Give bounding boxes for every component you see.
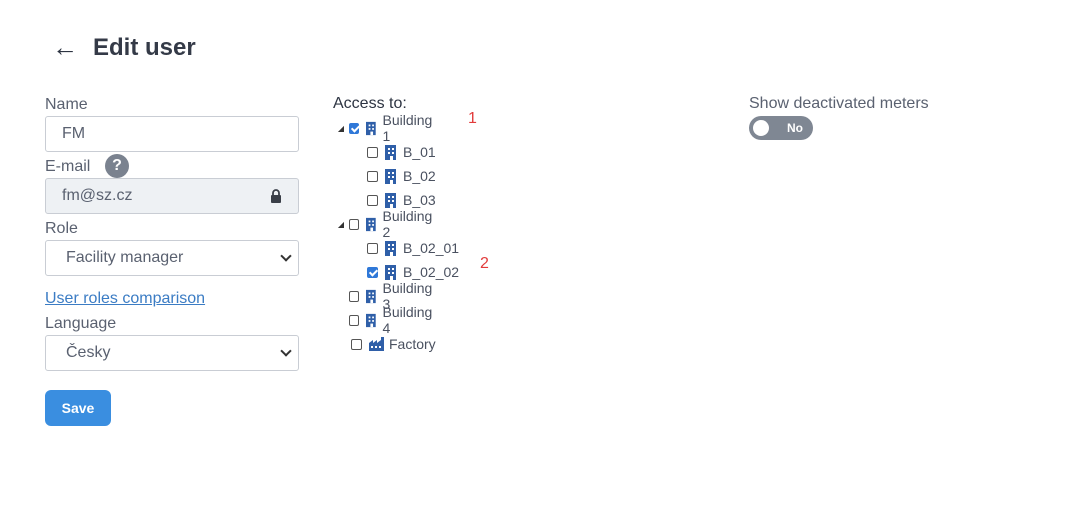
building-icon [365, 217, 376, 231]
page-title: Edit user [93, 34, 196, 61]
checkbox[interactable] [351, 338, 362, 350]
tree-node-b-01[interactable]: B_01 [351, 142, 436, 162]
tree-node-b-03[interactable]: B_03 [351, 190, 436, 210]
checkbox[interactable] [367, 170, 378, 182]
tree-node-factory[interactable]: Factory [333, 334, 436, 354]
show-deactivated-toggle[interactable]: No [749, 116, 813, 140]
annotation-marker: 1 [468, 110, 477, 127]
building-icon [385, 144, 396, 160]
tree-node-b-02-01[interactable]: B_02_01 [351, 238, 459, 258]
building-icon [365, 121, 376, 135]
name-field[interactable]: FM [45, 116, 299, 152]
email-value: fm@sz.cz [62, 187, 133, 204]
checkbox[interactable] [348, 122, 359, 134]
building-icon [365, 289, 376, 303]
user-roles-comparison-link[interactable]: User roles comparison [45, 290, 205, 308]
tree-node-label: B_01 [403, 144, 436, 160]
role-value: Facility manager [66, 249, 184, 266]
role-select[interactable]: Facility manager [45, 240, 299, 276]
chevron-down-icon [280, 250, 292, 262]
name-value: FM [62, 125, 86, 142]
role-label: Role [45, 220, 78, 237]
tree-node-label: B_02_01 [403, 240, 460, 256]
tree-node-b-02[interactable]: B_02 [351, 166, 436, 186]
email-label: E-mail [45, 158, 91, 175]
email-field: fm@sz.cz [45, 178, 299, 214]
checkbox[interactable] [367, 242, 378, 254]
tree-node-b-02-02[interactable]: B_02_02 [351, 262, 459, 282]
language-select[interactable]: Česky [45, 335, 299, 371]
tree-node-building-3[interactable]: Building 3 [333, 280, 437, 312]
annotation-marker: 2 [480, 255, 489, 272]
building-icon [385, 192, 396, 208]
tree-node-building-4[interactable]: Building 4 [333, 304, 437, 336]
tree-node-label: B_02_02 [403, 264, 460, 280]
checkbox[interactable] [348, 218, 359, 230]
tree-node-building-1[interactable]: ◢ Building 1 [333, 112, 437, 144]
tree-node-building-2[interactable]: ◢ Building 2 [333, 208, 437, 240]
language-value: Česky [66, 344, 111, 361]
name-label: Name [45, 96, 88, 113]
tree-node-label: Building 2 [382, 208, 433, 240]
tree-node-label: B_02 [403, 168, 436, 184]
tree-node-label: Building 4 [382, 304, 433, 336]
building-icon [385, 264, 396, 280]
building-icon [385, 168, 396, 184]
tree-node-label: Factory [389, 336, 436, 352]
expand-toggle-icon[interactable]: ◢ [333, 124, 349, 133]
checkbox[interactable] [367, 194, 378, 206]
checkbox[interactable] [348, 314, 359, 326]
help-icon[interactable]: ? [105, 154, 129, 178]
checkbox[interactable] [367, 266, 378, 278]
save-button[interactable]: Save [45, 390, 111, 426]
show-deactivated-label: Show deactivated meters [749, 95, 929, 112]
tree-node-label: Building 1 [382, 112, 433, 144]
checkbox[interactable] [348, 290, 359, 302]
toggle-state-text: No [787, 121, 803, 135]
tree-node-label: B_03 [403, 192, 436, 208]
building-icon [385, 240, 396, 256]
factory-icon [369, 337, 384, 351]
access-title: Access to: [333, 95, 407, 112]
toggle-knob [753, 120, 769, 136]
checkbox[interactable] [367, 146, 378, 158]
lock-icon [271, 189, 281, 203]
back-button[interactable]: ← [52, 32, 78, 62]
expand-toggle-icon[interactable]: ◢ [333, 220, 349, 229]
chevron-down-icon [280, 345, 292, 357]
building-icon [365, 313, 376, 327]
language-label: Language [45, 315, 117, 332]
